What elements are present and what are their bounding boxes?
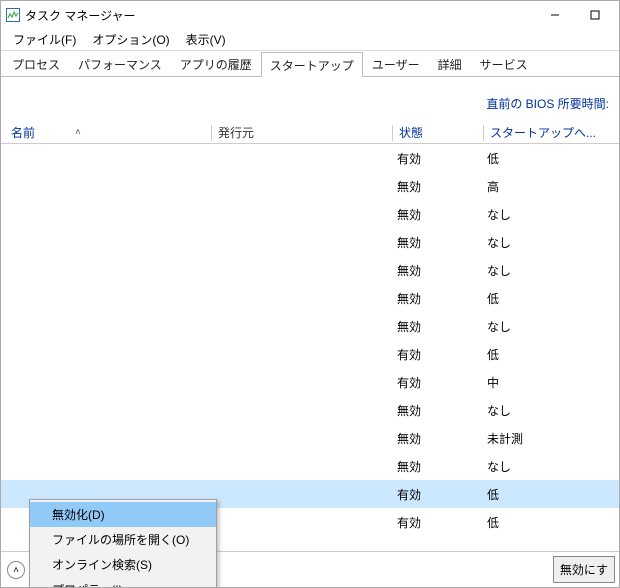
ctx-disable[interactable]: 無効化(D): [30, 502, 216, 527]
tab-users[interactable]: ユーザー: [363, 51, 429, 76]
table-row[interactable]: 無効未計測: [1, 424, 619, 452]
cell-status: 有効: [391, 150, 481, 167]
menubar: ファイル(F) オプション(O) 表示(V): [1, 29, 619, 51]
cell-status: 有効: [391, 514, 481, 531]
context-menu: 無効化(D) ファイルの場所を開く(O) オンライン検索(S) プロパティ(I): [29, 499, 217, 588]
cell-status: 無効: [391, 290, 481, 307]
tab-strip: プロセス パフォーマンス アプリの履歴 スタートアップ ユーザー 詳細 サービス: [1, 51, 619, 77]
cell-impact: 低: [481, 514, 619, 531]
cell-status: 無効: [391, 178, 481, 195]
menu-file[interactable]: ファイル(F): [5, 29, 84, 50]
tab-performance[interactable]: パフォーマンス: [69, 51, 171, 76]
cell-status: 有効: [391, 486, 481, 503]
column-header-status[interactable]: 状態: [393, 124, 483, 141]
table-row[interactable]: 無効なし: [1, 396, 619, 424]
cell-status: 有効: [391, 346, 481, 363]
table-row[interactable]: 無効なし: [1, 256, 619, 284]
column-headers: 名前 ˄ 発行元 状態 スタートアップへ...: [1, 122, 619, 144]
cell-impact: 低: [481, 290, 619, 307]
cell-status: 有効: [391, 374, 481, 391]
cell-impact: なし: [481, 206, 619, 223]
table-row[interactable]: 無効なし: [1, 228, 619, 256]
cell-impact: なし: [481, 234, 619, 251]
column-header-impact[interactable]: スタートアップへ...: [484, 124, 619, 141]
chevron-up-icon: ˄: [13, 565, 19, 576]
table-row[interactable]: 無効低: [1, 284, 619, 312]
task-manager-window: タスク マネージャー ファイル(F) オプション(O) 表示(V) プロセス パ…: [0, 0, 620, 588]
menu-options[interactable]: オプション(O): [84, 29, 177, 50]
cell-status: 無効: [391, 206, 481, 223]
cell-status: 無効: [391, 458, 481, 475]
cell-impact: なし: [481, 402, 619, 419]
bios-time-label: 直前の BIOS 所要時間:: [1, 77, 619, 122]
minimize-button[interactable]: [535, 3, 575, 27]
cell-impact: 未計測: [481, 430, 619, 447]
table-row[interactable]: 有効中: [1, 368, 619, 396]
ctx-properties[interactable]: プロパティ(I): [30, 577, 216, 588]
window-title: タスク マネージャー: [25, 7, 136, 24]
cell-status: 無効: [391, 318, 481, 335]
cell-status: 無効: [391, 234, 481, 251]
table-row[interactable]: 有効低: [1, 340, 619, 368]
table-row[interactable]: 無効高: [1, 172, 619, 200]
sort-arrow-icon: ˄: [75, 127, 81, 138]
table-row[interactable]: 無効なし: [1, 452, 619, 480]
cell-status: 無効: [391, 402, 481, 419]
table-row[interactable]: 有効低: [1, 144, 619, 172]
cell-impact: 中: [481, 374, 619, 391]
disable-button[interactable]: 無効にす: [553, 556, 615, 583]
cell-impact: 高: [481, 178, 619, 195]
cell-status: 無効: [391, 262, 481, 279]
table-row[interactable]: 無効なし: [1, 312, 619, 340]
maximize-button[interactable]: [575, 3, 615, 27]
ctx-search-online[interactable]: オンライン検索(S): [30, 552, 216, 577]
app-icon: [5, 7, 21, 23]
cell-impact: 低: [481, 346, 619, 363]
tab-details[interactable]: 詳細: [429, 51, 471, 76]
ctx-open-location[interactable]: ファイルの場所を開く(O): [30, 527, 216, 552]
cell-impact: 低: [481, 150, 619, 167]
tab-app-history[interactable]: アプリの履歴: [171, 51, 261, 76]
table-row[interactable]: 無効なし: [1, 200, 619, 228]
cell-impact: なし: [481, 262, 619, 279]
tab-services[interactable]: サービス: [471, 51, 537, 76]
menu-view[interactable]: 表示(V): [178, 29, 234, 50]
cell-impact: なし: [481, 458, 619, 475]
cell-impact: なし: [481, 318, 619, 335]
column-header-name[interactable]: 名前 ˄: [1, 124, 211, 141]
cell-status: 無効: [391, 430, 481, 447]
startup-list: 有効低無効高無効なし無効なし無効なし無効低無効なし有効低有効中無効なし無効未計測…: [1, 144, 619, 536]
cell-impact: 低: [481, 486, 619, 503]
fewer-details-button[interactable]: ˄: [7, 561, 25, 579]
column-header-publisher[interactable]: 発行元: [212, 124, 392, 141]
column-header-name-label: 名前: [11, 124, 35, 141]
tab-processes[interactable]: プロセス: [3, 51, 69, 76]
titlebar: タスク マネージャー: [1, 1, 619, 29]
tab-startup[interactable]: スタートアップ: [261, 52, 363, 77]
